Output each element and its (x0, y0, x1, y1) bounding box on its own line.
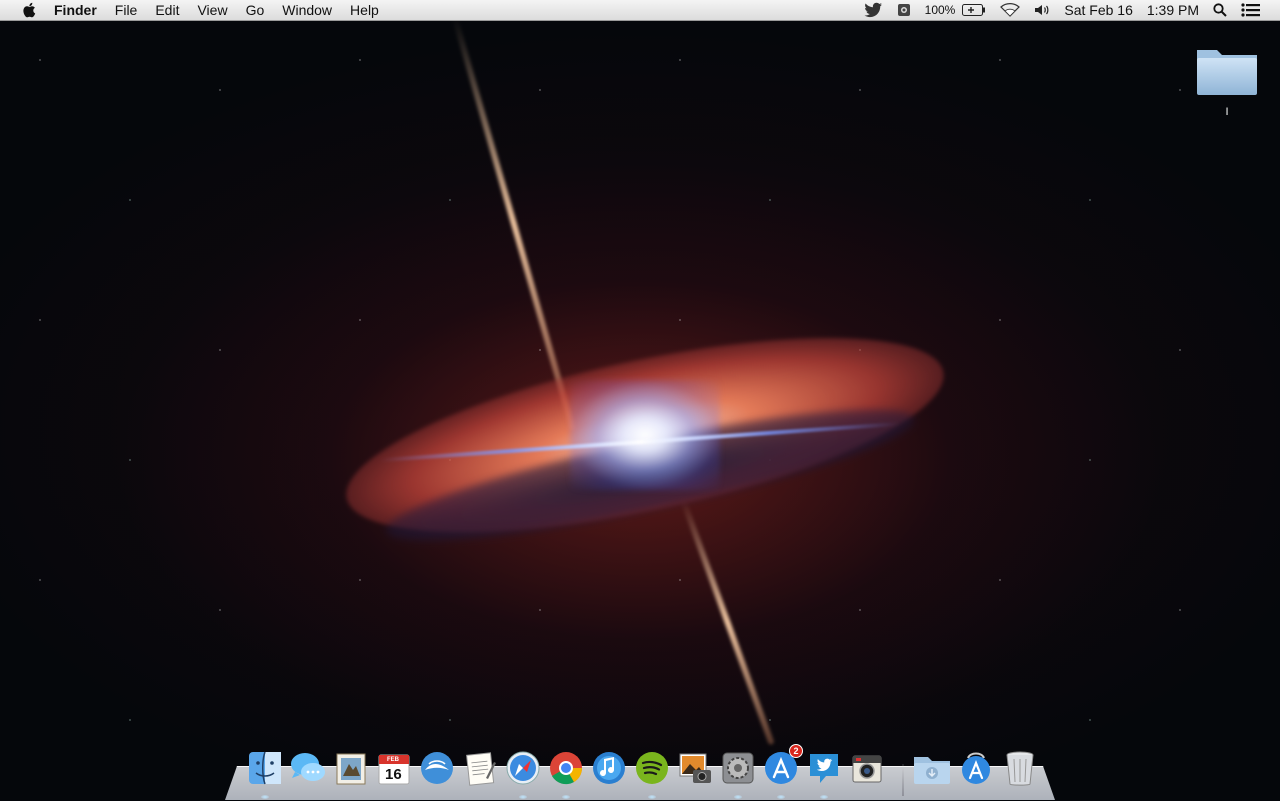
notification-center-icon[interactable] (1234, 3, 1268, 17)
dock-textedit-icon[interactable] (460, 748, 500, 788)
dock-finder-icon[interactable] (245, 748, 285, 788)
dock-app-store-icon[interactable]: 2 (761, 744, 803, 788)
dock-finder-running-indicator (261, 795, 269, 799)
dock-separator (902, 764, 904, 796)
dock-spotify-icon[interactable] (632, 748, 672, 788)
volume-icon[interactable] (1027, 3, 1057, 17)
screenshot-status-icon[interactable] (890, 3, 918, 17)
time-display[interactable]: 1:39 PM (1140, 0, 1206, 21)
dock-mail-icon[interactable] (331, 748, 371, 788)
dock-openoffice-icon[interactable] (417, 748, 457, 788)
battery-percent[interactable]: 100% (918, 0, 963, 21)
dock-system-preferences-running-indicator (734, 795, 742, 799)
calendar-month: FEB (387, 757, 399, 763)
desktop-folder[interactable]: I (1194, 42, 1260, 120)
menu-app-finder[interactable]: Finder (54, 0, 106, 21)
menu-window[interactable]: Window (273, 0, 341, 21)
dock-spotify-running-indicator (648, 795, 656, 799)
desktop-wallpaper (0, 0, 1280, 800)
wifi-icon[interactable] (993, 3, 1027, 17)
menu-bar: Finder File Edit View Go Window Help 100… (0, 0, 1280, 21)
menu-file[interactable]: File (106, 0, 147, 21)
dock: FEB 16 2 (225, 744, 1055, 800)
calendar-day: 16 (385, 766, 402, 783)
dock-applications-stack-icon[interactable] (956, 748, 996, 788)
spotlight-search-icon[interactable] (1206, 3, 1234, 17)
dock-chrome-running-indicator (562, 795, 570, 799)
menu-go[interactable]: Go (237, 0, 274, 21)
apple-menu-icon[interactable] (18, 0, 40, 21)
menu-edit[interactable]: Edit (146, 0, 188, 21)
menu-view[interactable]: View (188, 0, 236, 21)
dock-chrome-icon[interactable] (546, 748, 586, 788)
dock-safari-icon[interactable] (503, 748, 543, 788)
folder-icon (1197, 50, 1257, 95)
dock-trash-icon[interactable] (1000, 748, 1040, 788)
dock-calendar-icon[interactable]: FEB 16 (374, 748, 414, 788)
dock-app-store-running-indicator (777, 795, 785, 799)
desktop-folder-label: I (1225, 106, 1229, 118)
twitter-status-icon[interactable] (856, 2, 890, 18)
app-store-update-badge: 2 (789, 744, 803, 758)
dock-itunes-icon[interactable] (589, 748, 629, 788)
dock-safari-running-indicator (519, 795, 527, 799)
dock-twitter-icon[interactable] (804, 748, 844, 788)
battery-icon[interactable] (962, 4, 993, 16)
dock-messages-icon[interactable] (288, 748, 328, 788)
dock-downloads-stack-icon[interactable] (912, 748, 952, 788)
dock-twitter-running-indicator (820, 795, 828, 799)
menu-help[interactable]: Help (341, 0, 388, 21)
dock-iphoto-icon[interactable] (675, 748, 715, 788)
dock-photo-booth-icon[interactable] (847, 748, 887, 788)
date-display[interactable]: Sat Feb 16 (1057, 0, 1140, 21)
dock-system-preferences-icon[interactable] (718, 748, 758, 788)
